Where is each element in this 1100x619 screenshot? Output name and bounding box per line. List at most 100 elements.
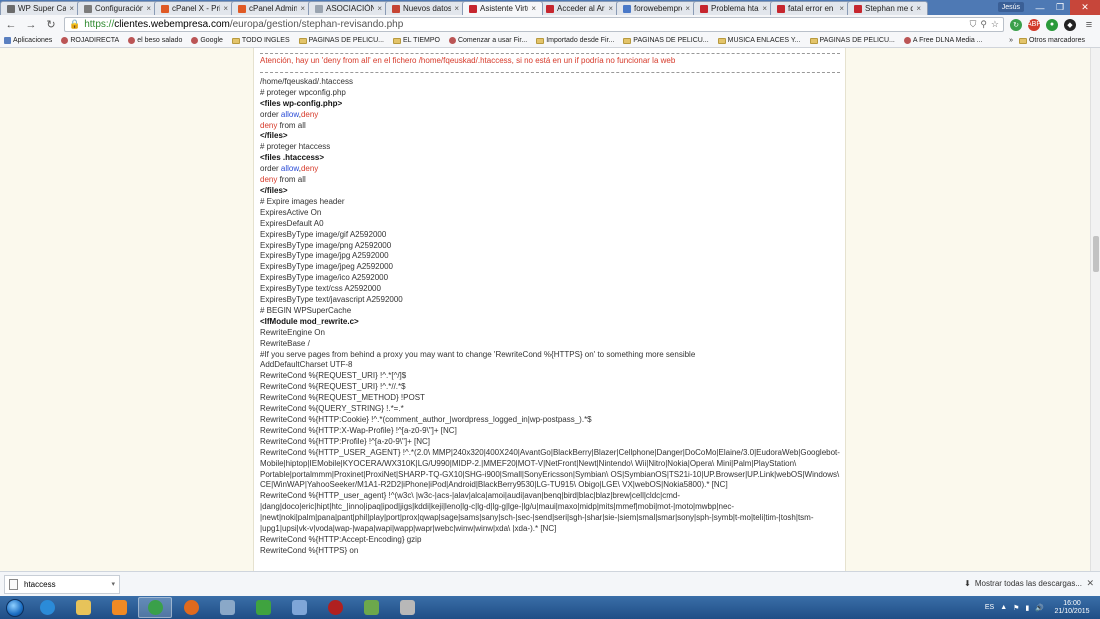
taskbar-file-explorer[interactable] (66, 597, 100, 618)
bookmark-item[interactable]: MUSICA ENLACES Y... (717, 37, 801, 44)
start-button[interactable] (0, 596, 30, 619)
chevron-down-icon[interactable]: ▾ (111, 580, 115, 588)
code-line: <files .htaccess> (260, 153, 840, 164)
bookmark-star-icon[interactable]: ☆ (991, 19, 999, 30)
flag-icon[interactable]: ⚑ (1013, 604, 1019, 612)
download-item[interactable]: htaccess ▾ (4, 574, 120, 594)
close-tab-icon[interactable]: × (377, 4, 382, 13)
browser-tab[interactable]: WP Super Cache× (0, 1, 81, 15)
bookmark-item[interactable]: Google (191, 37, 223, 44)
bookmark-item[interactable]: Importado desde Fir... (536, 37, 614, 44)
folder-icon (231, 37, 240, 44)
taskbar-spider-app[interactable] (318, 597, 352, 618)
clock[interactable]: 16:00 21/10/2015 (1050, 600, 1094, 616)
network-icon[interactable]: ▮ (1025, 604, 1029, 612)
close-tab-icon[interactable]: × (223, 4, 228, 13)
code-segment: ExpiresByType text/javascript A2592000 (260, 295, 403, 305)
volume-icon[interactable]: 🔊 (1035, 604, 1044, 612)
bookmark-item[interactable]: PAGINAS DE PELICU... (298, 37, 384, 44)
bookmark-item[interactable]: A Free DLNA Media ... (903, 37, 983, 44)
other-bookmarks[interactable]: Otros marcadores (1018, 37, 1085, 44)
folder-icon (717, 37, 726, 44)
zoom-icon[interactable]: ⚲ (980, 19, 987, 30)
code-segment: # Expire images header (260, 196, 345, 206)
chrome-icon (147, 600, 163, 615)
taskbar-utorrent[interactable] (246, 597, 280, 618)
url-host: clientes.webempresa.com (114, 19, 230, 30)
bookmark-item[interactable]: PAGINAS DE PELICU... (623, 37, 709, 44)
close-tab-icon[interactable]: × (608, 4, 613, 13)
tab-title: fatal error en la (788, 4, 836, 13)
close-tab-icon[interactable]: × (685, 4, 690, 13)
close-tab-icon[interactable]: × (762, 4, 767, 13)
browser-tab[interactable]: cPanel Administ× (231, 1, 312, 15)
code-segment: deny (300, 109, 319, 119)
code-line: AddDefaultCharset UTF-8 (260, 360, 840, 371)
address-bar[interactable]: 🔒 https://clientes.webempresa.com/europa… (64, 17, 1004, 32)
close-tab-icon[interactable]: × (454, 4, 459, 13)
browser-tab[interactable]: cPanel X - Princ× (154, 1, 235, 15)
bookmark-item[interactable]: PAGINAS DE PELICU... (809, 37, 895, 44)
profile-badge[interactable]: Jesús (997, 2, 1024, 12)
clock-date: 21/10/2015 (1054, 607, 1090, 615)
code-segment: <IfModule mod_rewrite.c> (260, 316, 359, 326)
bookmark-item[interactable]: el beso salado (128, 37, 182, 44)
menu-icon[interactable]: ≡ (1082, 19, 1096, 31)
lock-icon: 🔒 (69, 19, 81, 29)
utorrent-icon (255, 600, 271, 615)
browser-tab[interactable]: forowebempresa× (616, 1, 697, 15)
taskbar-remote-desktop[interactable] (210, 597, 244, 618)
browser-tab[interactable]: ASOCIACIÓN D.× (308, 1, 389, 15)
bookmark-item[interactable]: ROJADIRECTA (61, 37, 119, 44)
code-segment: RewriteCond %{REQUEST_METHOD} !POST (260, 393, 425, 403)
taskbar-chrome[interactable] (138, 597, 172, 618)
reload-button[interactable]: ↻ (44, 18, 58, 31)
close-tab-icon[interactable]: × (916, 4, 921, 13)
browser-tab[interactable]: Asistente Virtual× (462, 1, 543, 15)
bookmark-item[interactable]: EL TIEMPO (392, 37, 440, 44)
htaccess-listing: Atención, hay un 'deny from all' en el f… (260, 48, 840, 557)
adblock-icon[interactable]: ABP (1027, 18, 1041, 31)
minimize-button[interactable]: — (1030, 0, 1050, 15)
close-tab-icon[interactable]: × (69, 4, 74, 13)
bookmark-item[interactable]: Aplicaciones (4, 37, 52, 44)
browser-tab[interactable]: Nuevos datos de× (385, 1, 466, 15)
bookmark-label: ROJADIRECTA (70, 37, 120, 44)
scrollbar-thumb[interactable] (1093, 236, 1099, 272)
browser-tab[interactable]: fatal error en la× (770, 1, 851, 15)
close-tab-icon[interactable]: × (839, 4, 844, 13)
browser-tab[interactable]: Stephan me da e× (847, 1, 928, 15)
page-scrollbar[interactable] (1090, 48, 1100, 571)
folder-icon (392, 37, 401, 44)
browser-tab[interactable]: Problema htacce× (693, 1, 774, 15)
taskbar-firefox[interactable] (174, 597, 208, 618)
close-shelf-icon[interactable]: ✕ (1086, 578, 1094, 589)
bookmark-item[interactable]: TODO INGLES (231, 37, 290, 44)
taskbar-notepad[interactable] (282, 597, 316, 618)
maximize-button[interactable]: ❐ (1050, 0, 1070, 15)
browser-tab[interactable]: Configuración × (77, 1, 158, 15)
close-window-button[interactable]: ✕ (1070, 0, 1100, 15)
close-tab-icon[interactable]: × (300, 4, 305, 13)
show-hidden-icons[interactable]: ▲ (1000, 604, 1007, 611)
shield-icon[interactable]: ⛉ (970, 19, 977, 30)
bookmarks-overflow-button[interactable]: » (1009, 37, 1013, 44)
extension-dark-icon[interactable]: ◆ (1064, 18, 1076, 31)
taskbar-media-player[interactable] (102, 597, 136, 618)
taskbar-spreadsheet[interactable] (354, 597, 388, 618)
tab-favicon-icon (469, 4, 477, 13)
back-button[interactable]: ← (4, 19, 18, 31)
close-tab-icon[interactable]: × (146, 4, 151, 13)
forward-button[interactable]: → (24, 19, 38, 31)
taskbar-internet-explorer[interactable] (30, 597, 64, 618)
taskbar-tools[interactable] (390, 597, 424, 618)
extension-green-icon[interactable]: ● (1046, 18, 1058, 31)
show-all-downloads-link[interactable]: ⬇ Mostrar todas las descargas... (964, 579, 1082, 588)
browser-tab[interactable]: Acceder al Area× (539, 1, 620, 15)
extension-icon[interactable]: ↻ (1010, 18, 1022, 31)
code-line: ExpiresDefault A0 (260, 219, 840, 230)
close-tab-icon[interactable]: × (531, 4, 536, 13)
bookmark-item[interactable]: Comenzar a usar Fir... (448, 37, 527, 44)
code-segment: </files> (260, 185, 288, 195)
language-indicator[interactable]: ES (985, 604, 994, 611)
